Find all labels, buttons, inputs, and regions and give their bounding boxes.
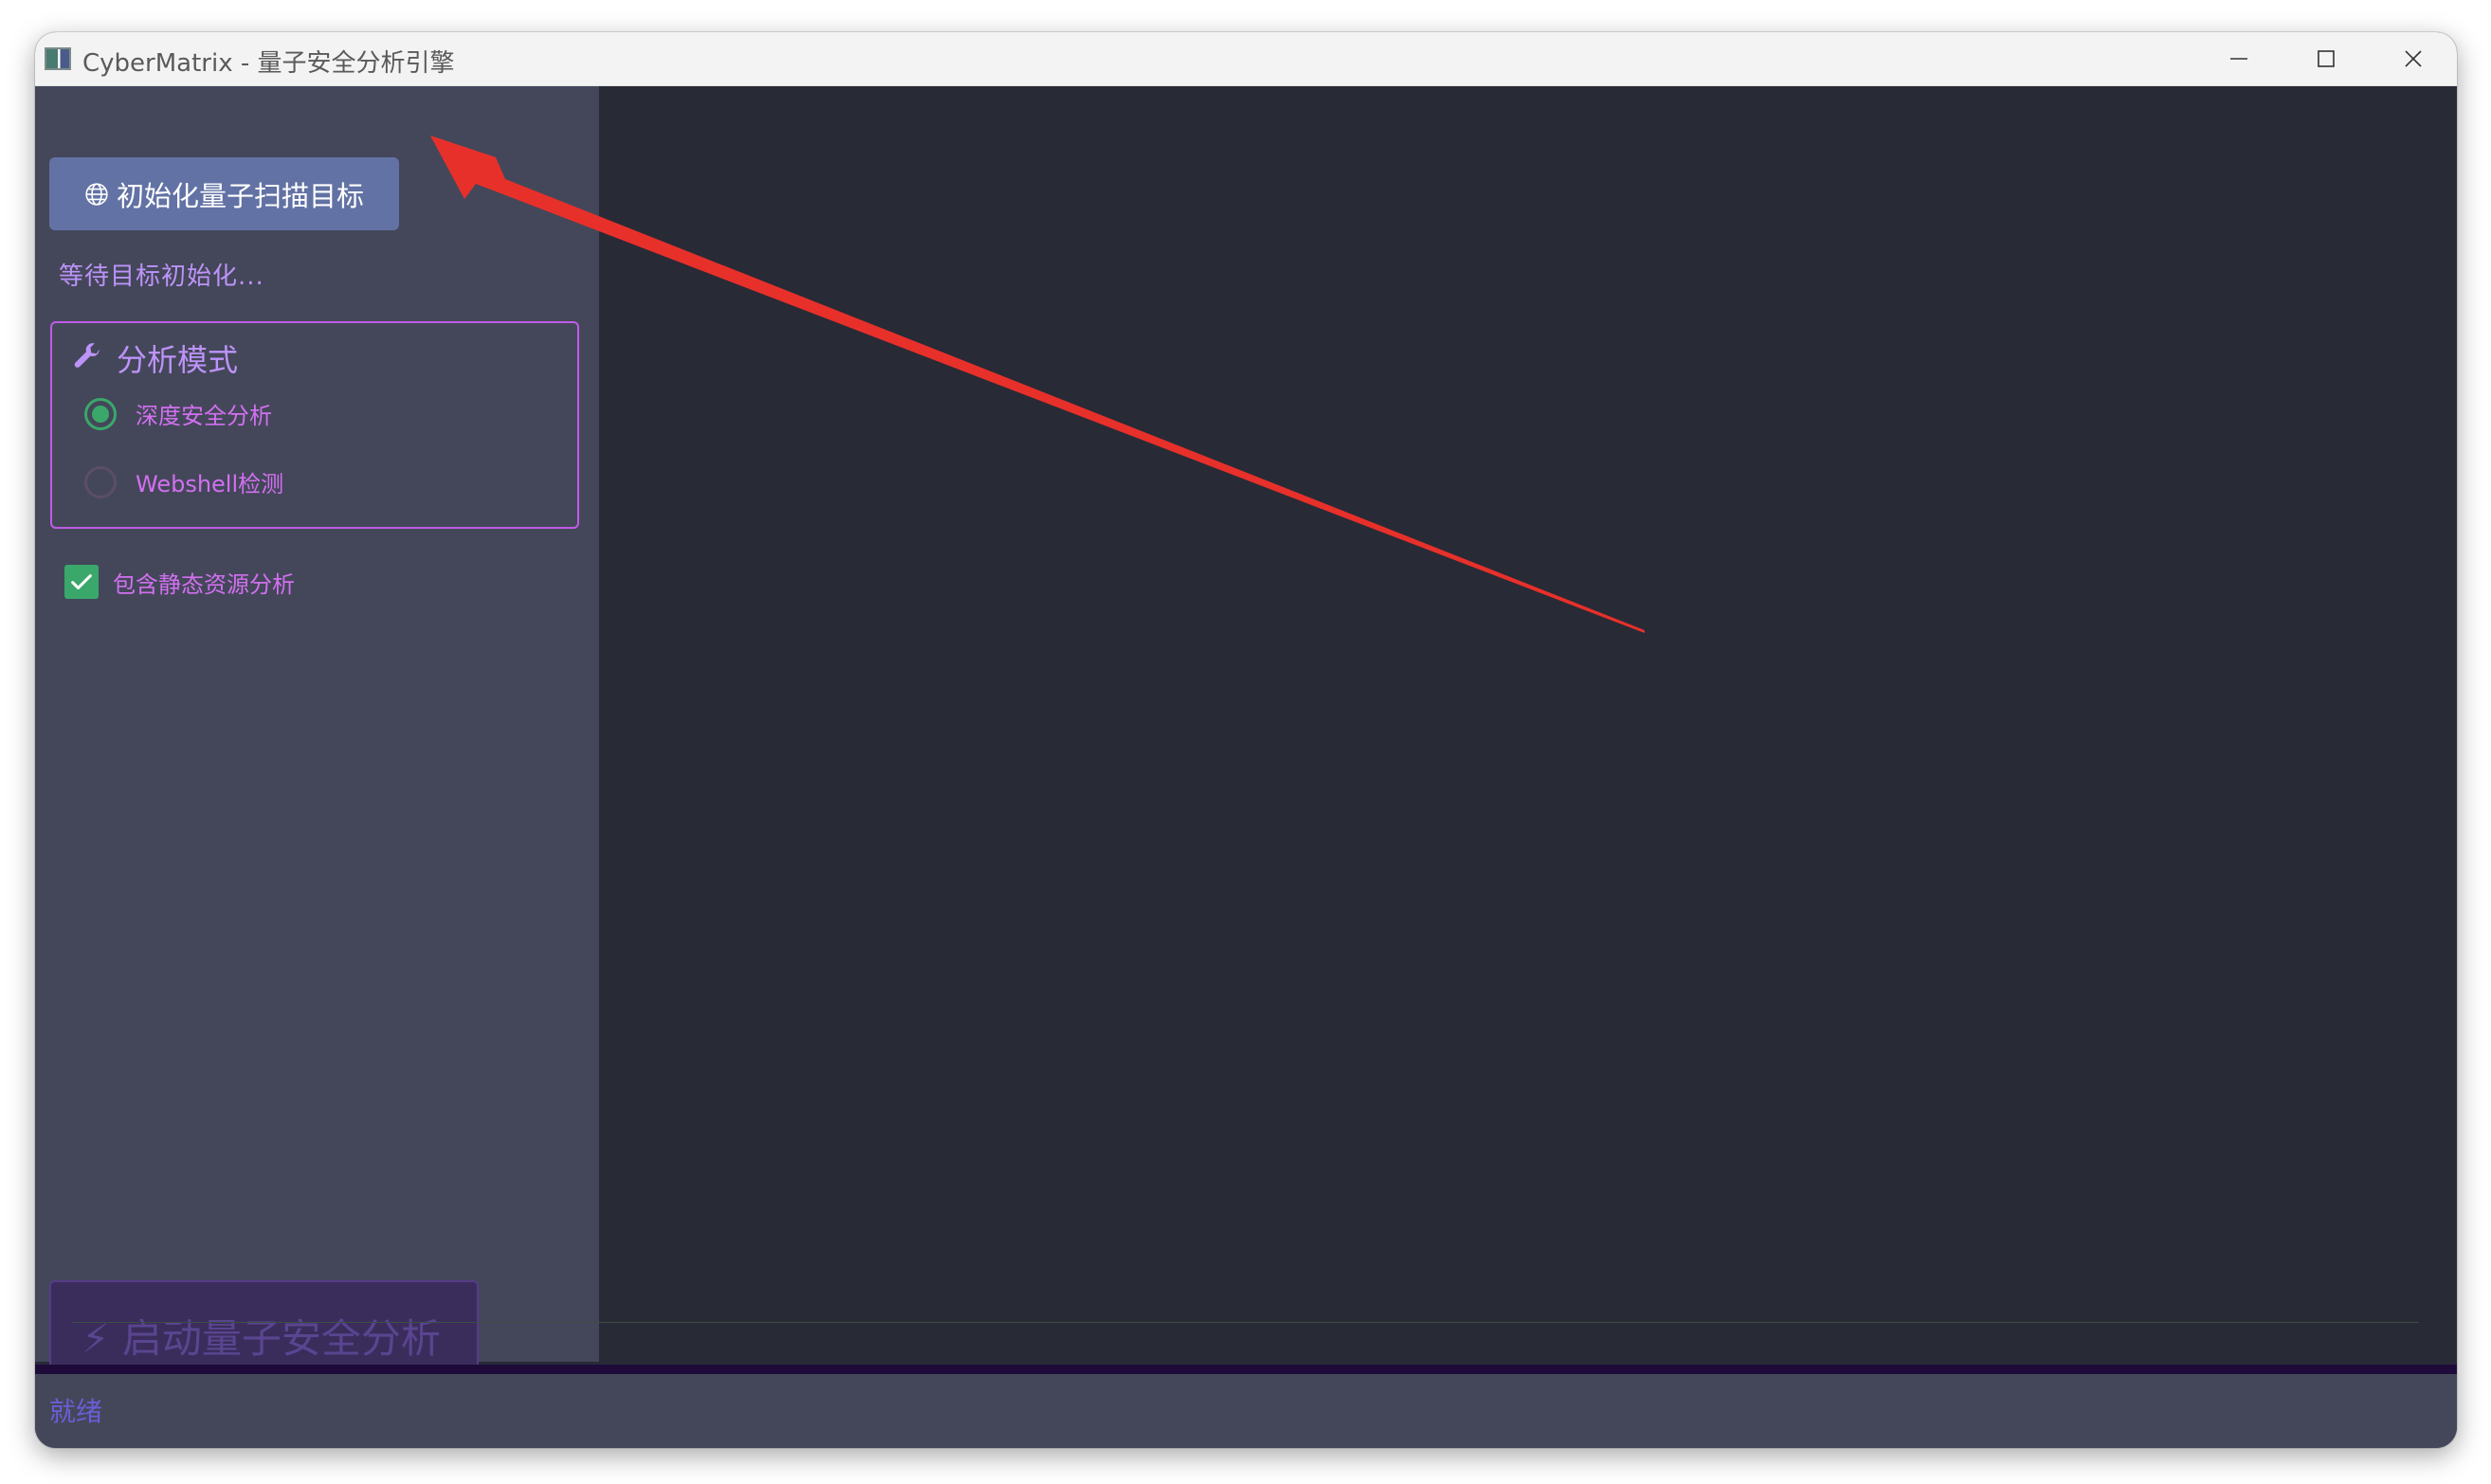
checkbox-checked[interactable] [64,565,99,599]
include-static-resources-checkbox[interactable]: 包含静态资源分析 [64,565,295,599]
output-panel [599,86,2457,1362]
minimize-button[interactable] [2195,32,2282,85]
start-button-label: ⚡ 启动量子安全分析 [82,1315,441,1362]
init-button-label: 初始化量子扫描目标 [116,179,364,212]
init-scan-target-button[interactable]: 初始化量子扫描目标 [49,157,399,230]
analysis-mode-group: 分析模式 深度安全分析 Webshell检测 [50,321,579,529]
app-window: CyberMatrix - 量子安全分析引擎 初始化量子扫描目标 等待目标初始化… [35,32,2457,1448]
check-icon [71,574,92,589]
app-icon [45,47,71,70]
close-button[interactable] [2370,32,2457,85]
maximize-icon [2318,50,2335,67]
radio-button-unchecked[interactable] [84,465,117,498]
target-status-text: 等待目标初始化... [59,262,264,291]
wrench-icon [71,342,103,374]
maximize-button[interactable] [2282,32,2370,85]
radio-webshell-detection[interactable]: Webshell检测 [84,465,283,498]
globe-icon [84,182,109,207]
minimize-icon [2230,58,2247,60]
status-bar: 就绪 [35,1374,2457,1448]
radio-label: 深度安全分析 [136,403,272,429]
status-text: 就绪 [49,1396,103,1427]
output-panel-divider [72,1322,2419,1323]
checkbox-label: 包含静态资源分析 [113,570,295,598]
progress-bar [35,1365,2457,1374]
analysis-mode-label: 分析模式 [117,342,239,378]
radio-label: Webshell检测 [136,471,284,498]
radio-button-checked[interactable] [84,397,117,430]
analysis-mode-title: 分析模式 [71,336,238,380]
sidebar: 初始化量子扫描目标 等待目标初始化... 分析模式 深度安全分析 Webshel… [35,86,599,1391]
window-title: CyberMatrix - 量子安全分析引擎 [82,49,455,78]
radio-deep-analysis[interactable]: 深度安全分析 [84,397,272,430]
title-bar: CyberMatrix - 量子安全分析引擎 [35,32,2457,86]
close-icon [2405,50,2422,67]
